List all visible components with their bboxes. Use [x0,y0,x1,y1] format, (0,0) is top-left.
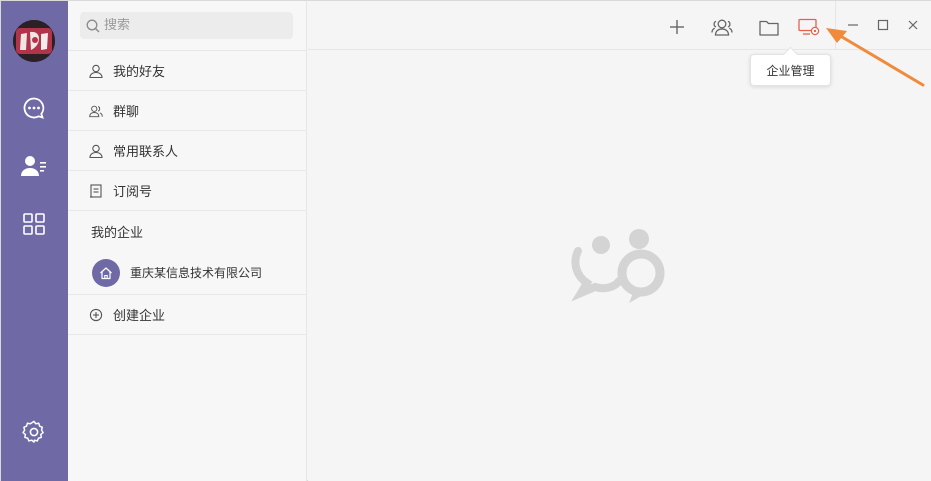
company-item[interactable]: 重庆某信息技术有限公司 [68,251,307,295]
home-icon [92,258,120,287]
list-item-subscriptions[interactable]: 订阅号 [68,171,307,211]
list-item-group-chat[interactable]: 群聊 [68,91,307,131]
left-rail [1,1,68,481]
group-icon[interactable] [709,14,735,40]
list-item-label: 常用联系人 [113,145,179,160]
app-window: 我的好友 群聊 常用联系人 [0,0,931,481]
list-item-friends[interactable]: 我的好友 [68,51,307,91]
annotation-arrow-icon [826,28,925,87]
list-item-label: 群聊 [113,105,140,120]
list-item-label: 我的好友 [113,65,166,80]
search-box[interactable] [80,12,293,39]
plus-icon[interactable] [664,14,690,40]
tooltip-enterprise-management: 企业管理 [750,54,831,86]
settings-icon[interactable] [18,416,50,448]
contact-icon [89,144,103,158]
enterprise-manage-icon[interactable] [796,14,822,40]
contacts-icon[interactable] [18,150,50,182]
chat-icon[interactable] [18,92,50,124]
section-title-my-enterprise: 我的企业 [91,226,144,241]
contacts-panel: 我的好友 群聊 常用联系人 [68,1,307,481]
create-enterprise-button[interactable]: 创建企业 [68,295,307,335]
list-item-label: 订阅号 [113,185,153,200]
person-icon [89,64,103,78]
empty-state-logo-icon [571,229,665,303]
subscription-icon [89,183,103,198]
apps-icon[interactable] [18,208,50,240]
create-enterprise-label: 创建企业 [113,309,166,324]
search-icon [86,19,100,32]
list-item-frequent-contacts[interactable]: 常用联系人 [68,131,307,171]
avatar[interactable] [13,20,55,62]
plus-circle-icon [89,308,103,322]
company-name: 重庆某信息技术有限公司 [130,266,263,280]
group-icon [89,104,103,118]
folder-icon[interactable] [756,14,782,40]
search-input[interactable] [104,18,284,33]
